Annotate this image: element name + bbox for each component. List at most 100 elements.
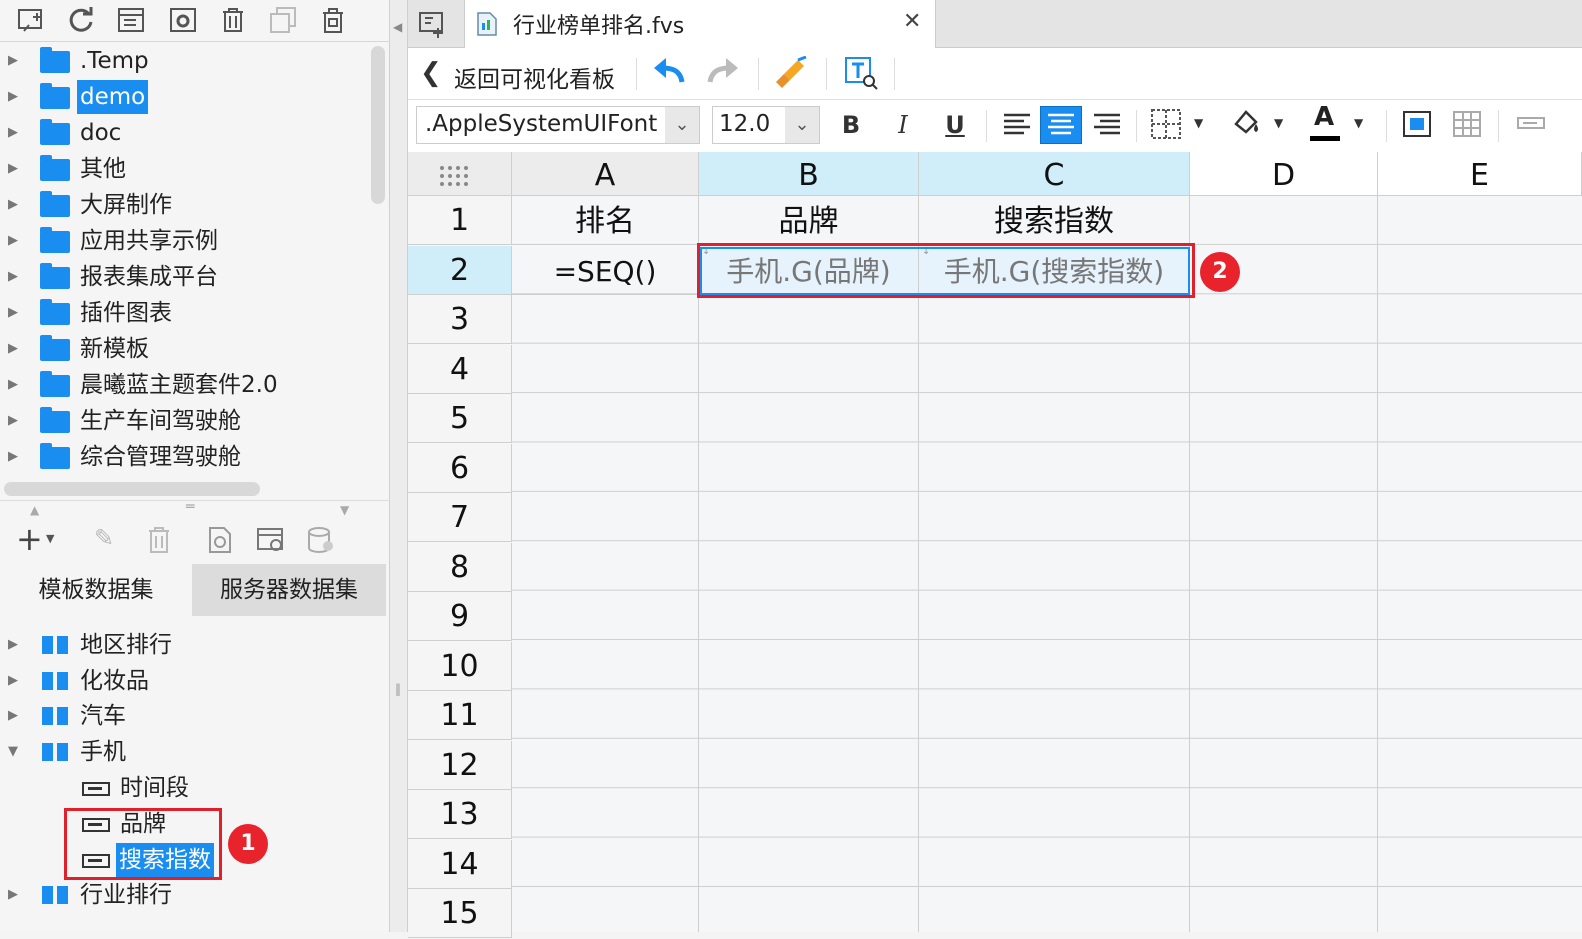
- tab-template-dataset[interactable]: 模板数据集: [0, 564, 192, 616]
- expand-arrow-icon[interactable]: ▶: [8, 699, 18, 733]
- folder-demo[interactable]: ▶ demo: [0, 80, 370, 114]
- copy-icon[interactable]: [268, 5, 298, 35]
- field-time-period[interactable]: 时间段: [0, 771, 370, 805]
- folder-doc[interactable]: ▶ doc: [0, 116, 370, 150]
- format-painter-icon[interactable]: [774, 55, 808, 94]
- redo-icon[interactable]: [706, 56, 742, 92]
- insert-cell-icon[interactable]: [1402, 108, 1434, 144]
- row-header-3[interactable]: 3: [408, 295, 512, 344]
- add-dataset-icon[interactable]: +: [16, 520, 43, 558]
- align-center-icon[interactable]: [1040, 106, 1082, 144]
- new-tab-icon[interactable]: [418, 10, 448, 42]
- lock-icon[interactable]: [318, 5, 348, 35]
- back-to-dashboard-button[interactable]: 返回可视化看板: [454, 60, 615, 94]
- undo-icon[interactable]: [652, 56, 688, 92]
- row-header-14[interactable]: 14: [408, 840, 512, 889]
- row-header-13[interactable]: 13: [408, 790, 512, 839]
- column-header-c[interactable]: C: [919, 152, 1190, 196]
- collapse-left-icon[interactable]: ◀: [393, 20, 402, 34]
- close-tab-icon[interactable]: ✕: [903, 9, 921, 34]
- expand-arrow-icon[interactable]: ▶: [8, 260, 18, 294]
- dropdown-arrow-icon[interactable]: ▼: [46, 532, 54, 545]
- row-header-11[interactable]: 11: [408, 691, 512, 740]
- collapse-arrow-icon[interactable]: ▼: [8, 735, 18, 769]
- font-color-button[interactable]: A: [1308, 102, 1342, 146]
- font-dropdown-arrow[interactable]: ⌄: [665, 107, 699, 143]
- select-all-corner[interactable]: [408, 152, 512, 196]
- border-dropdown-arrow[interactable]: ▼: [1194, 116, 1203, 130]
- cell-b1[interactable]: 品牌: [699, 196, 919, 245]
- row-header-5[interactable]: 5: [408, 394, 512, 443]
- expand-arrow-icon[interactable]: ▶: [8, 296, 18, 330]
- folder-theme-kit[interactable]: ▶ 晨曦蓝主题套件2.0: [0, 368, 370, 402]
- expand-arrow-icon[interactable]: ▶: [8, 224, 18, 258]
- border-icon[interactable]: [1150, 108, 1184, 146]
- row-header-12[interactable]: 12: [408, 741, 512, 790]
- column-header-d[interactable]: D: [1190, 152, 1378, 196]
- widget-icon[interactable]: [1516, 114, 1548, 138]
- cell-c1[interactable]: 搜索指数: [919, 196, 1190, 245]
- folder-other[interactable]: ▶ 其他: [0, 152, 370, 186]
- align-right-icon[interactable]: [1092, 110, 1122, 144]
- column-header-e[interactable]: E: [1378, 152, 1582, 196]
- expand-arrow-icon[interactable]: ▶: [8, 664, 18, 698]
- folder-plugin-chart[interactable]: ▶ 插件图表: [0, 296, 370, 330]
- template-info-icon[interactable]: [116, 5, 146, 35]
- dataset-industry-rank[interactable]: ▶ 行业排行: [0, 878, 370, 912]
- folder-management[interactable]: ▶ 综合管理驾驶舱: [0, 440, 370, 474]
- row-header-6[interactable]: 6: [408, 444, 512, 493]
- expand-arrow-icon[interactable]: ▶: [8, 188, 18, 222]
- folder-workshop[interactable]: ▶ 生产车间驾驶舱: [0, 404, 370, 438]
- align-left-icon[interactable]: [1002, 110, 1032, 144]
- row-header-9[interactable]: 9: [408, 592, 512, 641]
- expand-arrow-icon[interactable]: ▶: [8, 368, 18, 402]
- folder-share[interactable]: ▶ 应用共享示例: [0, 224, 370, 258]
- cell-a2[interactable]: =SEQ(): [512, 246, 699, 295]
- expand-arrow-icon[interactable]: ▶: [8, 440, 18, 474]
- grid-icon[interactable]: [1452, 108, 1484, 144]
- tree-horizontal-scrollbar[interactable]: [4, 482, 260, 496]
- expand-arrow-icon[interactable]: ▶: [8, 44, 18, 78]
- fill-dropdown-arrow[interactable]: ▼: [1274, 116, 1283, 130]
- column-header-b[interactable]: B: [699, 152, 919, 196]
- delete-dataset-icon[interactable]: [146, 526, 172, 558]
- text-search-icon[interactable]: [844, 56, 878, 94]
- expand-arrow-icon[interactable]: ▶: [8, 332, 18, 366]
- font-color-dropdown-arrow[interactable]: ▼: [1354, 116, 1363, 130]
- collapse-up-icon[interactable]: ▲: [30, 503, 39, 517]
- folder-new-template[interactable]: ▶ 新模板: [0, 332, 370, 366]
- row-header-4[interactable]: 4: [408, 345, 512, 394]
- row-header-1[interactable]: 1: [408, 196, 512, 245]
- folder-bigscreen[interactable]: ▶ 大屏制作: [0, 188, 370, 222]
- expand-arrow-icon[interactable]: ▶: [8, 404, 18, 438]
- preview-icon[interactable]: [206, 526, 234, 558]
- size-dropdown-arrow[interactable]: ⌄: [785, 107, 819, 143]
- edit-icon[interactable]: ✎: [94, 524, 114, 552]
- row-header-2[interactable]: 2: [408, 246, 512, 295]
- bold-button[interactable]: B: [836, 107, 866, 143]
- expand-arrow-icon[interactable]: ▶: [8, 152, 18, 186]
- cell-a1[interactable]: 排名: [512, 196, 699, 245]
- expand-arrow-icon[interactable]: ▶: [8, 878, 18, 912]
- refresh-icon[interactable]: [66, 5, 96, 35]
- column-header-a[interactable]: A: [512, 152, 699, 196]
- italic-button[interactable]: I: [888, 107, 918, 143]
- row-header-7[interactable]: 7: [408, 493, 512, 542]
- delete-icon[interactable]: [218, 5, 248, 35]
- dataset-phone[interactable]: ▼ 手机: [0, 735, 370, 769]
- tab-server-dataset[interactable]: 服务器数据集: [192, 564, 386, 616]
- dataset-region-rank[interactable]: ▶ 地区排行: [0, 628, 370, 662]
- folder-temp[interactable]: ▶ .Temp: [0, 44, 370, 78]
- new-template-icon[interactable]: [16, 5, 46, 35]
- dataset-params-icon[interactable]: [256, 526, 286, 558]
- row-header-15[interactable]: 15: [408, 889, 512, 938]
- dataset-cosmetics[interactable]: ▶ 化妆品: [0, 664, 370, 698]
- settings-icon[interactable]: [168, 5, 198, 35]
- folder-platform[interactable]: ▶ 报表集成平台: [0, 260, 370, 294]
- row-header-8[interactable]: 8: [408, 543, 512, 592]
- panel-splitter[interactable]: ▲ ═ ▼: [0, 499, 390, 518]
- tree-vertical-scrollbar[interactable]: [371, 46, 385, 204]
- underline-button[interactable]: U: [940, 107, 970, 143]
- expand-arrow-icon[interactable]: ▶: [8, 628, 18, 662]
- row-header-10[interactable]: 10: [408, 642, 512, 691]
